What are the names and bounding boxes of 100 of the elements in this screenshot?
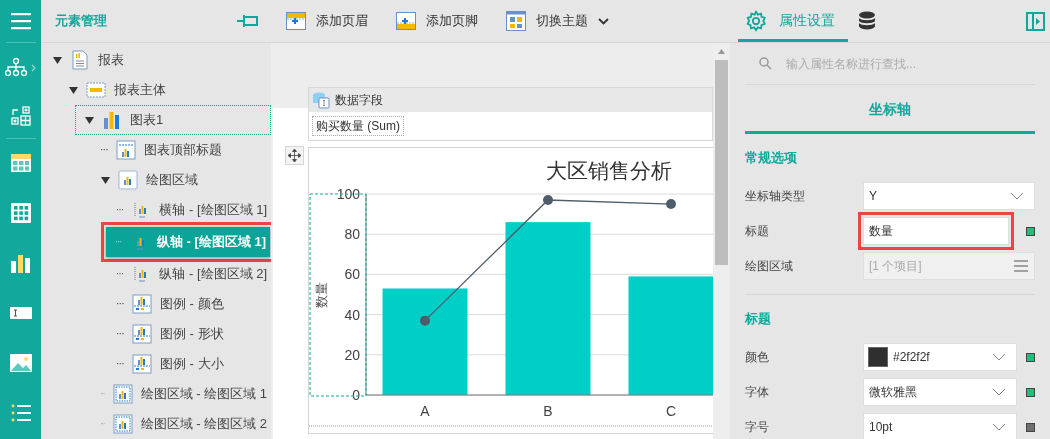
move-icon (288, 149, 301, 162)
tree-item[interactable]: 绘图区域 - 绘图区域 2 (91, 409, 271, 439)
add-footer-icon (396, 12, 416, 30)
tree-item[interactable]: 纵轴 - [绘图区域 2] (107, 259, 271, 289)
tree-item[interactable]: 图表1 (75, 105, 271, 135)
plot-icon (118, 170, 138, 190)
chevron-down-icon (1010, 192, 1024, 200)
tree-item-label: 报表 (98, 51, 124, 70)
toolbar-button[interactable]: 添加页脚 (396, 11, 478, 31)
y-tick-label: 40 (344, 306, 360, 323)
tree-item-label: 图表顶部标题 (144, 141, 222, 160)
tree-item-label: 纵轴 - [绘图区域 2] (159, 265, 267, 284)
add-component-icon[interactable] (8, 103, 33, 128)
select-field[interactable]: 10pt (863, 413, 1017, 439)
y-tick-label: 100 (336, 186, 360, 202)
search-icon (759, 57, 772, 70)
chevron-down-icon (992, 388, 1006, 396)
report-icon (70, 50, 90, 70)
tree-item[interactable]: 报表主体 (59, 75, 271, 105)
chevron-down-icon (992, 423, 1006, 431)
panel-title: 元素管理 (55, 12, 107, 31)
tree-item[interactable]: 图例 - 颜色 (107, 289, 271, 319)
data-field-icon (313, 91, 331, 109)
legend-icon (132, 324, 152, 344)
tree-item-label: 绘图区域 (146, 171, 198, 190)
hierarchy-icon[interactable] (4, 57, 37, 79)
axis-icon (131, 234, 146, 250)
chart-title: 大区销售分析 (546, 159, 672, 182)
tree-item[interactable]: 图例 - 大小 (107, 349, 271, 379)
grid-icon[interactable] (8, 201, 33, 225)
tree-item[interactable]: 横轴 - [绘图区域 1] (107, 195, 271, 225)
x-tick-label: C (665, 403, 677, 419)
select-field[interactable]: Y (863, 182, 1035, 210)
line-point (420, 315, 430, 326)
data-field-title: 数据字段 (335, 92, 383, 109)
property-label: 颜色 (745, 349, 770, 366)
select-field[interactable]: 微软雅黑 (863, 378, 1017, 406)
tree-item-label: 横轴 - [绘图区域 1] (159, 201, 267, 220)
legend-icon (132, 294, 152, 314)
tree-item-label: 图例 - 形状 (160, 325, 224, 344)
tree-item-label: 纵轴 - [绘图区域 1] (156, 233, 266, 252)
text-field[interactable]: 数量 (863, 217, 1009, 245)
chart-icon (102, 110, 122, 130)
tree-item[interactable]: 图例 - 形状 (107, 319, 271, 349)
group-title: 标题 (745, 310, 772, 329)
property-label: 标题 (745, 223, 770, 240)
chevron-down-icon (598, 17, 609, 25)
y-tick-label: 60 (344, 266, 360, 283)
property-label: 坐标轴类型 (745, 188, 806, 205)
color-select-field[interactable]: #2f2f2f (863, 343, 1017, 371)
expand-arrow-icon[interactable] (101, 176, 110, 184)
move-handle[interactable] (285, 146, 304, 165)
expand-arrow-icon[interactable] (69, 86, 78, 94)
tree-item[interactable]: 绘图区域 (91, 165, 271, 195)
tree-item-label: 绘图区域 - 绘图区域 1 (140, 385, 267, 404)
y-axis-title: 数量 (314, 281, 329, 308)
x-tick-label: B (543, 403, 553, 419)
settings-icon (745, 9, 767, 32)
tree-item-label: 图表1 (130, 111, 164, 130)
property-label: 绘图区域 (745, 258, 794, 275)
tree-item[interactable]: 绘图区域 - 绘图区域 1 (91, 379, 271, 409)
tree-item-label: 图例 - 颜色 (160, 295, 224, 314)
chevron-down-icon (992, 353, 1006, 361)
database-icon (858, 10, 876, 31)
toolbar-button[interactable]: 添加页眉 (286, 11, 368, 31)
chart-title-icon (116, 140, 136, 160)
tree-item-label: 图例 - 大小 (160, 355, 224, 374)
toolbar-button[interactable]: 切换主题 (506, 11, 609, 31)
color-swatch (868, 347, 888, 367)
tree-item[interactable]: 报表 (43, 45, 271, 75)
line-point (666, 199, 676, 210)
axis-icon (134, 202, 149, 218)
line-point (543, 195, 553, 206)
theme-grid-icon (506, 11, 526, 31)
y-tick-label: 20 (344, 346, 360, 363)
scroll-up-icon[interactable] (718, 49, 725, 54)
axis-icon (134, 266, 149, 282)
x-tick-label: A (420, 403, 430, 419)
legend-icon (132, 354, 152, 374)
table-icon[interactable] (8, 151, 33, 175)
group-title: 常规选项 (745, 149, 798, 168)
plot-area-icon (112, 384, 133, 404)
plot-area-icon (112, 414, 133, 434)
body-icon (86, 80, 106, 100)
tree-item-label: 绘图区域 - 绘图区域 2 (140, 415, 267, 434)
data-field-chip[interactable]: 购买数量 (Sum) (312, 116, 404, 136)
collapse-panel-icon[interactable] (1026, 11, 1045, 31)
y-tick-label: 80 (344, 226, 360, 243)
image-icon[interactable] (8, 351, 33, 375)
add-header-icon (286, 12, 306, 30)
scrollbar[interactable] (713, 43, 730, 439)
property-label: 字号 (745, 419, 770, 436)
property-label: 字体 (745, 384, 770, 401)
list-menu-icon[interactable] (1014, 260, 1028, 272)
pin-icon[interactable] (237, 15, 259, 27)
expand-arrow-icon[interactable] (85, 116, 94, 124)
tree-item-label: 报表主体 (114, 81, 166, 100)
expand-arrow-icon[interactable] (53, 56, 62, 64)
scrollbar-thumb[interactable] (715, 60, 728, 265)
tree-item[interactable]: 图表顶部标题 (91, 135, 271, 165)
